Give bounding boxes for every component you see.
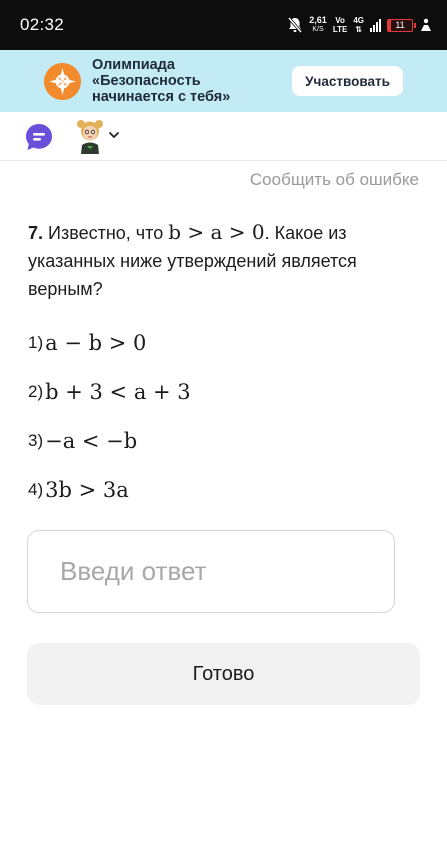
network-speed: 2,61 K/S: [309, 16, 327, 34]
chat-icon[interactable]: [24, 122, 54, 152]
answer-options: 1) a − b > 0 2) b + 3 < a + 3 3) −a < −b…: [28, 318, 423, 514]
status-bar: 02:32 2,61 K/S Vo LTE 4G ⇅ 11: [0, 0, 447, 50]
speed-unit: K/S: [312, 26, 324, 33]
question-intro: Известно, что: [43, 223, 169, 243]
banner-title: Олимпиада «Безопасность начинается с теб…: [92, 57, 231, 105]
network-type-label: 4G: [353, 16, 364, 25]
bell-off-icon: [288, 17, 303, 33]
option-number: 4): [28, 479, 44, 499]
option-number: 2): [28, 381, 44, 401]
status-icons: 2,61 K/S Vo LTE 4G ⇅ 11: [287, 14, 433, 36]
olympiad-logo-icon: [44, 63, 81, 100]
question-text: 7. Известно, что b > a > 0. Какое из ука…: [28, 218, 423, 303]
promo-banner[interactable]: Олимпиада «Безопасность начинается с теб…: [0, 50, 447, 112]
girl-avatar-icon[interactable]: [76, 118, 104, 154]
option-expression: a − b > 0: [45, 330, 147, 355]
volte-bottom: LTE: [332, 25, 348, 34]
option-item: 2) b + 3 < a + 3: [28, 367, 423, 416]
participate-button[interactable]: Участвовать: [292, 66, 403, 96]
option-expression: b + 3 < a + 3: [45, 379, 191, 404]
report-error-link[interactable]: Сообщить об ошибке: [250, 170, 419, 190]
status-time: 02:32: [20, 15, 65, 34]
option-number: 3): [28, 430, 44, 450]
option-expression: 3b > 3a: [45, 477, 129, 502]
battery-level: 11: [395, 20, 405, 30]
question-condition: b > a > 0: [168, 220, 265, 244]
answer-input[interactable]: [27, 530, 395, 613]
done-button[interactable]: Готово: [27, 643, 420, 705]
option-item: 1) a − b > 0: [28, 318, 423, 367]
person-icon: [421, 18, 431, 31]
app-header: [0, 112, 447, 161]
option-item: 3) −a < −b: [28, 416, 423, 465]
battery-icon: 11: [387, 18, 416, 32]
speed-value: 2,61: [309, 15, 327, 25]
network-type: 4G ⇅: [353, 16, 364, 34]
volte-top: Vo: [335, 16, 345, 25]
option-number: 1): [28, 332, 44, 352]
option-item: 4) 3b > 3a: [28, 465, 423, 514]
chevron-down-icon[interactable]: [108, 130, 120, 140]
battery-level-fill: [388, 19, 391, 31]
volte-indicator: Vo LTE: [333, 16, 348, 34]
data-arrows-icon: ⇅: [355, 25, 363, 34]
question-number: 7.: [28, 223, 44, 243]
signal-icon: [370, 18, 381, 32]
option-expression: −a < −b: [45, 428, 138, 453]
